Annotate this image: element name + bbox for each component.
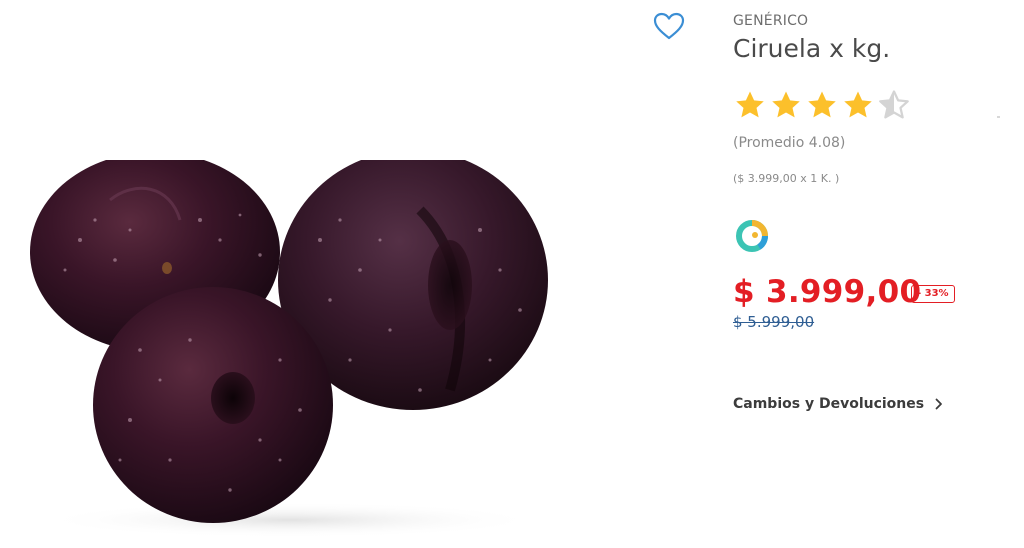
current-price: $ 3.999,00 xyxy=(733,274,922,310)
product-page: GENÉRICO Ciruela x kg. (Promedio 4.08) (… xyxy=(0,0,1024,548)
star-icon-filled xyxy=(772,91,800,118)
product-brand[interactable]: GENÉRICO xyxy=(733,13,808,29)
star-icon-empty xyxy=(879,90,909,119)
returns-link[interactable]: Cambios y Devoluciones xyxy=(733,396,944,412)
rating-stars[interactable] xyxy=(733,88,911,122)
old-price: $ 5.999,00 xyxy=(733,313,815,331)
seller-logo-icon xyxy=(736,220,769,252)
heart-icon xyxy=(653,12,685,40)
divider-mark xyxy=(997,116,1000,118)
star-icon-filled xyxy=(736,91,764,118)
returns-link-label: Cambios y Devoluciones xyxy=(733,396,925,412)
star-icon-filled xyxy=(808,91,836,118)
product-name: Ciruela x kg. xyxy=(733,34,891,63)
unit-price: ($ 3.999,00 x 1 K. ) xyxy=(733,172,840,185)
rating-average: (Promedio 4.08) xyxy=(733,135,846,151)
star-icon-filled xyxy=(844,91,872,118)
favorite-button[interactable] xyxy=(651,9,687,43)
product-image xyxy=(30,160,548,538)
plum-front xyxy=(93,287,333,523)
chevron-right-icon xyxy=(935,398,942,410)
discount-badge: - 33% xyxy=(911,285,955,303)
